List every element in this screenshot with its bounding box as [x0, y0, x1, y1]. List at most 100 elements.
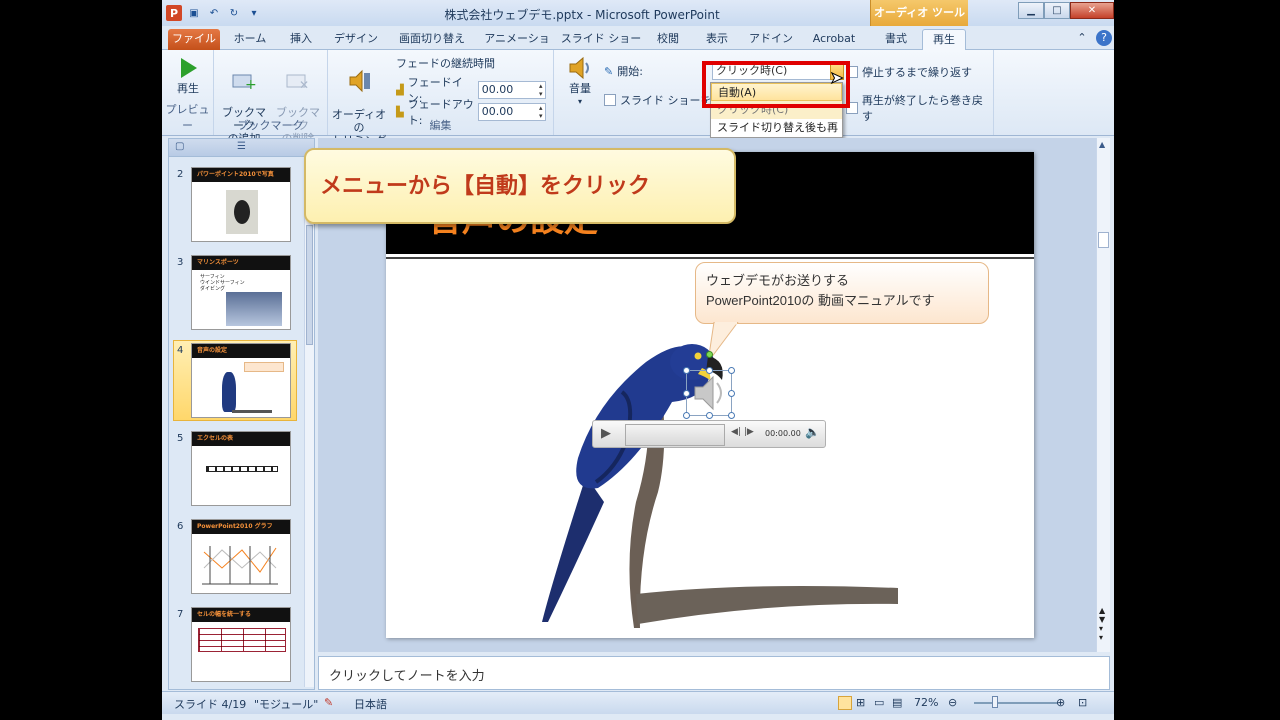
tab-design[interactable]: デザイン [328, 29, 384, 50]
zoom-out-icon[interactable]: ⊖ [948, 696, 957, 709]
slide-sorter-icon[interactable]: ⊞ [856, 696, 865, 709]
maximize-icon[interactable]: □ [1044, 2, 1070, 19]
status-bar: スライド 4/19 "モジュール" ✎ 日本語 ⊞ ▭ ▤ 72% ⊖ ⊕ ⊡ [162, 691, 1114, 714]
zoom-in-icon[interactable]: ⊕ [1056, 696, 1065, 709]
slide-thumbnail[interactable]: エクセルの表 [191, 431, 291, 506]
thumbnail-title: セルの幅を統一する [192, 608, 290, 622]
tab-file[interactable]: ファイル [168, 29, 220, 50]
tab-review[interactable]: 校閲 [648, 29, 688, 50]
minimize-icon[interactable]: ▁ [1018, 2, 1044, 19]
slides-pane-tabs: ▢ ☰ [169, 139, 314, 157]
tab-playback[interactable]: 再生 [922, 29, 966, 50]
play-label: 再生 [177, 82, 199, 95]
prev-slide-icon[interactable]: ▲ ▼ [1099, 606, 1105, 624]
thumbnail-table [198, 628, 286, 652]
slides-pane-scrollbar[interactable] [304, 159, 314, 687]
speech-bubble[interactable]: ウェブデモがお送りする PowerPoint2010の 動画マニュアルです [695, 262, 989, 324]
ribbon-minimize-icon[interactable]: ⌃ [1074, 30, 1090, 46]
undo-icon[interactable]: ↶ [206, 5, 222, 21]
save-icon[interactable]: ▣ [186, 5, 202, 21]
scroll-up-icon[interactable]: ▲ [1099, 140, 1105, 149]
audio-object[interactable] [683, 351, 735, 419]
normal-view-icon[interactable] [838, 696, 852, 710]
window-controls: ▁ □ ✕ [1018, 2, 1114, 19]
tab-transitions[interactable]: 画面切り替え [390, 29, 474, 50]
slide-scrollbar[interactable]: ▲ ▲ ▼ ▾ ▾ [1096, 138, 1110, 652]
redo-icon[interactable]: ↻ [226, 5, 242, 21]
resize-handle[interactable] [706, 412, 713, 419]
thumbnail-chart [202, 546, 278, 585]
thumbnail-bullets: サーフィン ウインドサーフィン ダイビング [200, 274, 245, 292]
tab-home[interactable]: ホーム [224, 29, 276, 50]
player-volume-icon[interactable]: 🔈 [805, 425, 820, 439]
outline-tab-icon[interactable]: ☰ [237, 141, 246, 152]
ribbon-tabs: ファイル ホーム 挿入 デザイン 画面切り替え アニメーション スライド ショー… [162, 26, 1114, 65]
tab-animations[interactable]: アニメーション [480, 29, 554, 65]
thumbnail-title: 音声の設定 [192, 344, 290, 358]
slide-canvas[interactable]: 音声の設定 ウェブデモがお送りする PowerPoint2010の 動画マニュア… [304, 148, 1034, 638]
slide-thumbnail-active[interactable]: 音声の設定 [191, 343, 291, 418]
customize-qat-icon[interactable]: ▾ [246, 5, 262, 21]
speech-line-2: PowerPoint2010の 動画マニュアルです [706, 293, 935, 308]
resize-handle[interactable] [728, 390, 735, 397]
fit-to-window-icon[interactable]: ⊡ [1078, 696, 1087, 709]
slide-thumbnail[interactable]: パワーポイント2010で写真 [191, 167, 291, 242]
zoom-slider-thumb[interactable] [992, 696, 998, 708]
start-label: 開始: [617, 65, 643, 78]
slide-thumbnail[interactable]: セルの幅を統一する [191, 607, 291, 682]
window-title: 株式会社ウェブデモ.pptx - Microsoft PowerPoint [444, 8, 720, 22]
zoom-slider[interactable] [974, 702, 1058, 704]
tab-insert[interactable]: 挿入 [280, 29, 322, 50]
volume-label: 音量 [569, 82, 591, 95]
title-bar: P ▣ ↶ ↻ ▾ 株式会社ウェブデモ.pptx - Microsoft Pow… [162, 0, 1114, 26]
resize-handle[interactable] [683, 412, 690, 419]
menu-item-across-slides[interactable]: スライド切り替え後も再生 [711, 119, 842, 152]
resize-handle[interactable] [706, 367, 713, 374]
notes-pane[interactable]: クリックしてノートを入力 [318, 656, 1110, 690]
svg-text:✕: ✕ [299, 78, 309, 91]
slide-thumbnail[interactable]: マリンスポーツ サーフィン ウインドサーフィン ダイビング [191, 255, 291, 330]
trim-audio-button[interactable]: オーディオの トリミング [330, 56, 388, 147]
zoom-level[interactable]: 72% [914, 696, 938, 709]
status-language[interactable]: 日本語 [354, 696, 387, 712]
start-icon: ✎ [604, 64, 614, 78]
help-area: ⌃ ? [1074, 30, 1112, 46]
add-bookmark-icon: + [232, 74, 257, 91]
reading-view-icon[interactable]: ▭ [874, 696, 884, 709]
ribbon: 再生 プレビュー + ブックマーク の追加 ✕ ブックマーク の削除 ブックマー… [162, 50, 1114, 147]
rotate-handle[interactable] [706, 351, 713, 358]
audio-player-bar: ▶ ◀| |▶ 00:00.00 🔈 [592, 420, 826, 448]
tab-acrobat[interactable]: Acrobat [802, 29, 866, 50]
help-icon[interactable]: ? [1096, 30, 1112, 46]
group-preview-label: プレビュー [165, 103, 210, 132]
volume-button[interactable]: 音量 ▾ [562, 56, 598, 108]
player-play-icon[interactable]: ▶ [601, 426, 611, 441]
slides-tab-icon[interactable]: ▢ [175, 141, 184, 152]
scroll-thumb[interactable] [306, 225, 313, 345]
powerpoint-window: P ▣ ↶ ↻ ▾ 株式会社ウェブデモ.pptx - Microsoft Pow… [162, 0, 1114, 720]
player-skip-icon[interactable]: ◀| |▶ [731, 427, 754, 437]
highlight-box [702, 61, 850, 108]
tab-view[interactable]: 表示 [694, 29, 740, 50]
powerpoint-app-icon[interactable]: P [166, 5, 182, 21]
resize-handle[interactable] [728, 367, 735, 374]
play-button[interactable]: 再生 [170, 56, 206, 95]
next-slide-icon[interactable]: ▾ ▾ [1099, 624, 1103, 642]
speech-line-1: ウェブデモがお送りする [706, 273, 850, 288]
resize-handle[interactable] [683, 367, 690, 374]
toucan-image [234, 200, 250, 224]
player-time: 00:00.00 [765, 429, 801, 438]
slideshow-checkbox[interactable] [604, 94, 616, 106]
resize-handle[interactable] [683, 390, 690, 397]
tab-format[interactable]: 書式 [874, 29, 918, 50]
player-progress[interactable] [625, 424, 725, 446]
spellcheck-icon[interactable]: ✎ [324, 696, 333, 709]
scroll-thumb[interactable] [1098, 232, 1109, 248]
slide-thumbnail[interactable]: PowerPoint2010 グラフ [191, 519, 291, 594]
slideshow-view-icon[interactable]: ▤ [892, 696, 902, 709]
tab-slideshow[interactable]: スライド ショー [560, 29, 642, 50]
instruction-text: メニューから【自動】をクリック [320, 174, 651, 199]
resize-handle[interactable] [728, 412, 735, 419]
tab-addins[interactable]: アドイン [744, 29, 798, 50]
close-icon[interactable]: ✕ [1070, 2, 1114, 19]
